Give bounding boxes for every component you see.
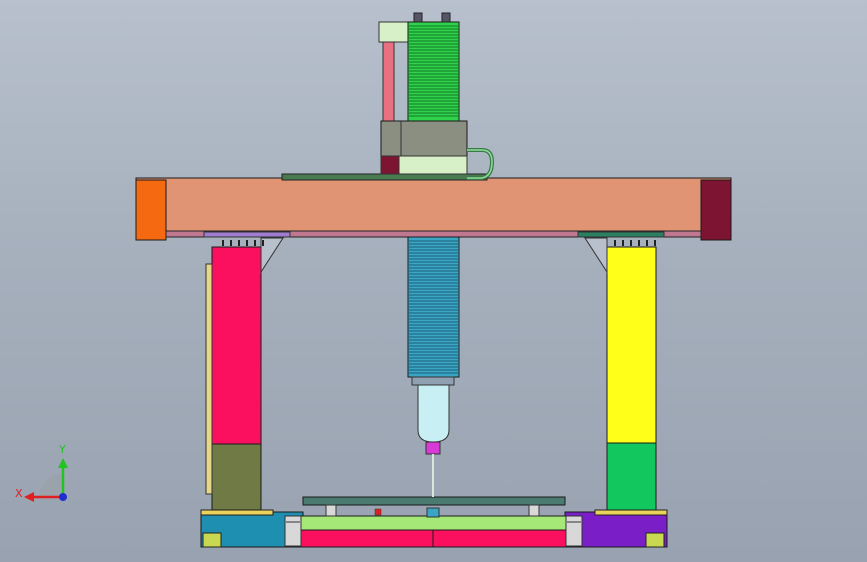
left-column-footplate xyxy=(200,509,274,516)
beam-body[interactable] xyxy=(135,177,732,237)
work-plate-clamp-left xyxy=(325,504,337,517)
vent-slot xyxy=(646,240,648,246)
right-column-vent-slots xyxy=(614,240,656,246)
left-column-body[interactable] xyxy=(211,246,262,445)
vent-slot xyxy=(254,240,256,246)
axis-triad xyxy=(24,458,68,502)
vent-slot xyxy=(638,240,640,246)
left-column-vent-slots xyxy=(222,240,264,246)
triad-quarter-plane xyxy=(40,474,63,497)
right-column-body[interactable] xyxy=(606,246,657,444)
table-top[interactable] xyxy=(300,515,567,531)
work-plate-clamp-right xyxy=(528,504,540,517)
base-left-foot xyxy=(202,532,222,548)
y-axis-arrow xyxy=(58,458,68,468)
vent-slot xyxy=(222,240,224,246)
x-axis-beam[interactable] xyxy=(135,173,732,241)
left-column-base[interactable] xyxy=(211,443,262,511)
spindle-collar xyxy=(411,376,455,386)
beam-right-cap[interactable] xyxy=(700,179,732,241)
x-axis-arrow xyxy=(24,492,34,502)
base-frame[interactable] xyxy=(200,496,668,548)
left-column-gusset xyxy=(260,237,284,274)
beam-top-rail xyxy=(281,173,488,181)
right-column-base[interactable] xyxy=(606,442,657,511)
carriage-plate xyxy=(398,155,468,175)
vent-slot xyxy=(246,240,248,246)
carriage[interactable] xyxy=(380,120,468,157)
vent-slot xyxy=(614,240,616,246)
base-left-bracket xyxy=(284,515,302,547)
red-marker xyxy=(374,508,382,516)
beam-left-cap[interactable] xyxy=(135,179,167,241)
gantry-machine-model[interactable] xyxy=(0,0,867,562)
origin-dot xyxy=(59,493,67,501)
work-plate-center-mount xyxy=(426,507,440,518)
vent-slot xyxy=(654,240,656,246)
work-plate[interactable] xyxy=(302,496,566,506)
z-axis-top-knob-right xyxy=(441,12,451,23)
vent-slot xyxy=(230,240,232,246)
right-column-gusset xyxy=(584,237,608,274)
left-column-rail xyxy=(205,263,213,495)
vent-slot xyxy=(622,240,624,246)
tool-holder[interactable] xyxy=(425,441,441,455)
cad-viewport[interactable]: X Y xyxy=(0,0,867,562)
y-axis-label: Y xyxy=(59,443,66,456)
z-axis-top-knob-left xyxy=(413,12,423,23)
right-column[interactable] xyxy=(584,237,657,511)
left-column[interactable] xyxy=(205,237,284,511)
right-column-footplate xyxy=(594,509,668,516)
vent-slot xyxy=(630,240,632,246)
vent-slot xyxy=(262,240,264,246)
beam-left-slider xyxy=(203,231,291,238)
base-right-bracket xyxy=(565,515,583,547)
carriage-plate-left xyxy=(380,155,400,175)
beam-right-slider xyxy=(577,231,665,238)
x-axis-label: X xyxy=(15,487,23,500)
spindle-body[interactable] xyxy=(417,384,450,443)
cable-track-top xyxy=(378,21,409,43)
base-right-foot xyxy=(645,532,665,548)
vent-slot xyxy=(238,240,240,246)
